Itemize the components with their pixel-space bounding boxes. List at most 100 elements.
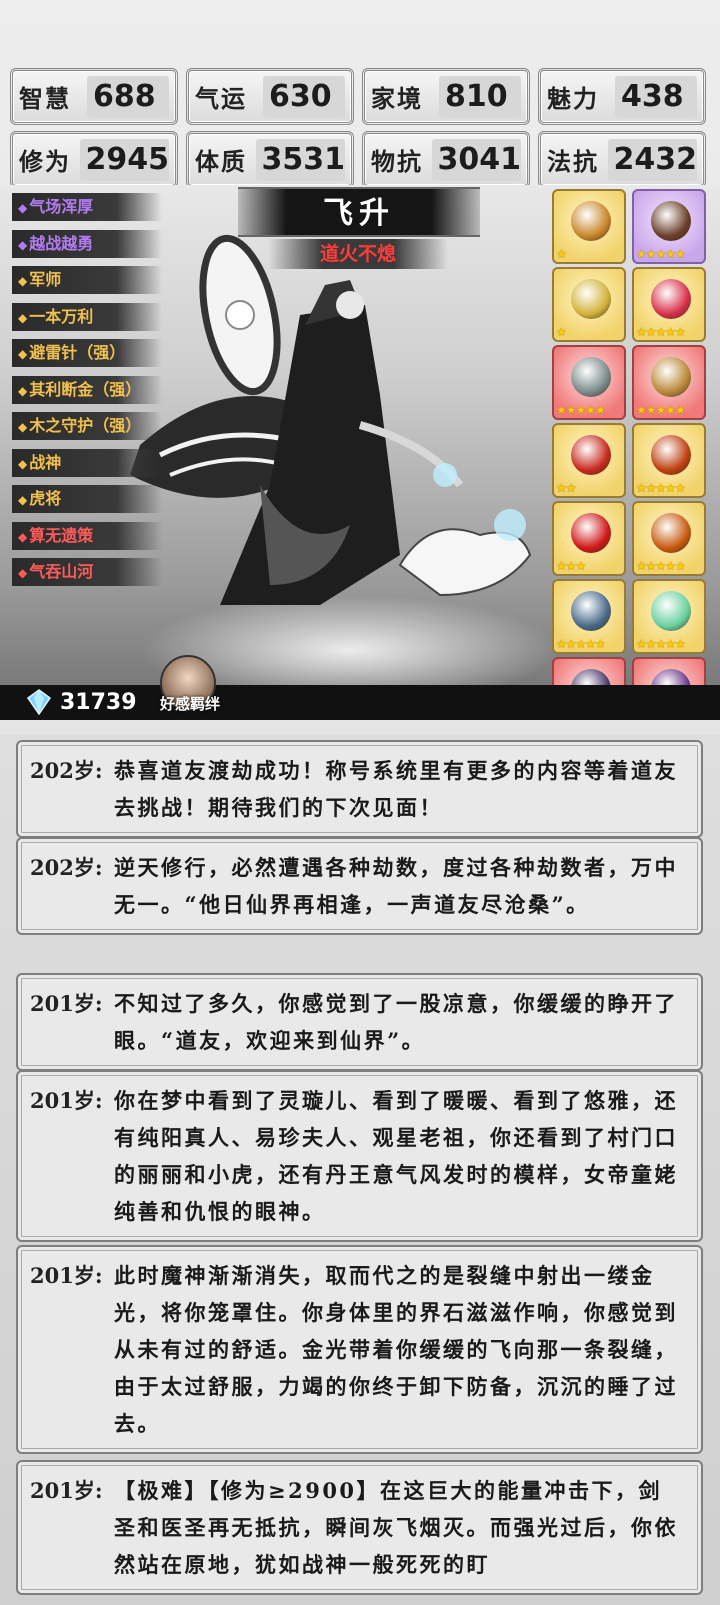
star-rating: ★ <box>556 247 567 261</box>
equipment-slot[interactable]: ★★★ <box>552 501 626 576</box>
fan-icon <box>571 201 611 241</box>
stat-magic-resist[interactable]: 法抗 2432 <box>538 131 706 188</box>
equipment-grid: ★ ★★★★★ ★ ★★★★★ ★★★★★ ★★★★★ ★★ ★★★★★ ★★★ ★★★★★ ★★★… <box>552 189 708 720</box>
event-log[interactable]: 202岁: 恭喜道友渡劫成功！称号系统里有更多的内容等着道友去挑战！期待我们的下… <box>0 735 720 1605</box>
skill-item[interactable]: ◆ 气场浑厚 <box>12 193 162 221</box>
diamond-icon: ◆ <box>18 347 28 361</box>
stat-label: 魅力 <box>547 84 599 113</box>
skill-item[interactable]: ◆ 其利断金（强） <box>12 375 162 404</box>
stat-wisdom[interactable]: 智慧 688 <box>10 68 178 125</box>
censer-icon <box>651 513 691 553</box>
diamond-icon: ◆ <box>18 493 28 507</box>
skill-label: 避雷针（强） <box>29 343 126 362</box>
equipment-slot[interactable]: ★★★★★ <box>632 267 706 342</box>
stat-value: 2945 <box>79 138 169 181</box>
stat-value: 3531 <box>255 138 345 181</box>
diamond-icon: ◆ <box>18 383 28 398</box>
stat-label: 家境 <box>371 84 423 113</box>
log-text: 恭喜道友渡劫成功！称号系统里有更多的内容等着道友去挑战！期待我们的下次见面！ <box>114 758 678 820</box>
star-rating: ★ <box>556 325 567 339</box>
star-rating: ★★ <box>556 481 576 495</box>
stat-value: 630 <box>263 75 345 118</box>
log-text: 逆天修行，必然遭遇各种劫数，度过各种劫数者，万中无一。“他日仙界再相逢，一声道友… <box>114 855 678 917</box>
skill-item[interactable]: ◆ 算无遗策 <box>12 521 162 550</box>
stat-family[interactable]: 家境 810 <box>362 68 530 125</box>
star-rating: ★★★★★ <box>556 403 606 417</box>
skill-label: 算无遗策 <box>29 525 94 545</box>
equipment-slot[interactable]: ★★★★★ <box>552 579 626 654</box>
star-rating: ★★★★★ <box>636 481 686 495</box>
ascension-title: 飞升 <box>238 187 480 237</box>
skill-label: 一本万利 <box>29 306 94 326</box>
equipment-slot[interactable]: ★ <box>552 189 626 264</box>
skill-item[interactable]: ◆ 越战越勇 <box>12 229 162 258</box>
skill-label: 越战越勇 <box>29 233 94 253</box>
diamond-icon: ◆ <box>18 310 28 325</box>
skill-label: 战神 <box>29 452 62 472</box>
currency-display[interactable]: 31739 <box>26 687 137 717</box>
skill-label: 木之守护（强） <box>29 416 142 435</box>
stat-label: 气运 <box>195 84 247 113</box>
crossbow-icon <box>651 201 691 241</box>
scepter-icon <box>571 279 611 319</box>
log-entry: 202岁: 恭喜道友渡劫成功！称号系统里有更多的内容等着道友去挑战！期待我们的下… <box>16 740 703 838</box>
skill-item[interactable]: ◆ 军师 <box>12 266 162 294</box>
stat-label: 法抗 <box>547 147 599 176</box>
log-entry: 201岁: 不知过了多久，你感觉到了一股凉意，你缓缓的睁开了眼。“道友，欢迎来到… <box>16 973 703 1071</box>
stat-physical-resist[interactable]: 物抗 3041 <box>362 131 530 188</box>
skill-item[interactable]: ◆ 虎将 <box>12 485 162 513</box>
diamond-icon: ◆ <box>18 237 28 252</box>
ascending-immortal-figure <box>130 234 532 605</box>
equipment-slot[interactable]: ★★ <box>552 423 626 498</box>
star-rating: ★★★★★ <box>636 247 686 261</box>
skill-item[interactable]: ◆ 气吞山河 <box>12 558 162 586</box>
log-age: 201岁: <box>30 1478 103 1503</box>
log-age: 201岁: <box>30 991 103 1016</box>
equipment-slot[interactable]: ★★★★★ <box>632 345 706 420</box>
stat-luck[interactable]: 气运 630 <box>186 68 354 125</box>
diamond-icon: ◆ <box>18 566 28 580</box>
skill-label: 气吞山河 <box>29 562 94 581</box>
orb-icon <box>571 513 611 553</box>
equipment-slot[interactable]: ★★★★★ <box>632 501 706 576</box>
log-entry: 201岁: 此时魔神渐渐消失，取而代之的是裂缝中射出一缕金光，将你笼罩住。你身体… <box>16 1245 703 1454</box>
stat-value: 688 <box>87 75 169 118</box>
stat-value: 810 <box>439 75 521 118</box>
equipment-slot[interactable]: ★★★★★ <box>632 423 706 498</box>
star-rating: ★★★★★ <box>636 403 686 417</box>
stat-label: 体质 <box>195 147 247 176</box>
star-rating: ★★★★★ <box>556 637 606 651</box>
log-text: 你在梦中看到了灵璇儿、看到了暖暖、看到了悠雅，还有纯阳真人、易珍夫人、观星老祖，… <box>114 1088 678 1224</box>
log-text: 此时魔神渐渐消失，取而代之的是裂缝中射出一缕金光，将你笼罩住。你身体里的界石滋滋… <box>114 1263 678 1436</box>
stat-label: 物抗 <box>371 147 423 176</box>
equipment-slot[interactable]: ★★★★★ <box>632 189 706 264</box>
stat-value: 3041 <box>431 138 521 181</box>
affinity-button[interactable]: 好感羁绊 <box>150 655 230 719</box>
ascension-subtitle: 道火不熄 <box>268 239 448 269</box>
phoenix-icon <box>571 435 611 475</box>
skill-item[interactable]: ◆ 一本万利 <box>12 302 162 331</box>
skill-item[interactable]: ◆ 木之守护（强） <box>12 412 162 440</box>
bird-icon <box>651 279 691 319</box>
log-age: 201岁: <box>30 1088 103 1113</box>
currency-amount: 31739 <box>60 689 137 715</box>
stat-constitution[interactable]: 体质 3531 <box>186 131 354 188</box>
equipment-slot[interactable]: ★★★★★ <box>632 579 706 654</box>
skill-list: ◆ 气场浑厚 ◆ 越战越勇 ◆ 军师 ◆ 一本万利 ◆ 避雷针（强） ◆ 其利断金（强） ◆… <box>12 193 162 595</box>
sword-icon <box>651 357 691 397</box>
stat-charm[interactable]: 魅力 438 <box>538 68 706 125</box>
diamond-gem-icon <box>26 689 52 715</box>
equipment-slot[interactable]: ★ <box>552 267 626 342</box>
star-rating: ★★★ <box>556 559 586 573</box>
skill-label: 其利断金（强） <box>29 379 142 399</box>
affinity-label: 好感羁绊 <box>159 695 220 713</box>
stat-value: 438 <box>615 75 697 118</box>
log-text: 不知过了多久，你感觉到了一股凉意，你缓缓的睁开了眼。“道友，欢迎来到仙界”。 <box>114 991 678 1053</box>
equipment-slot[interactable]: ★★★★★ <box>552 345 626 420</box>
stat-cultivation[interactable]: 修为 2945 <box>10 131 178 188</box>
log-entry: 201岁: 【极难】【修为≥2900】在这巨大的能量冲击下，剑圣和医圣再无抵抗，… <box>16 1460 703 1595</box>
star-rating: ★★★★★ <box>636 325 686 339</box>
skill-item[interactable]: ◆ 避雷针（强） <box>12 339 162 367</box>
skill-label: 虎将 <box>29 489 62 508</box>
skill-item[interactable]: ◆ 战神 <box>12 448 162 477</box>
